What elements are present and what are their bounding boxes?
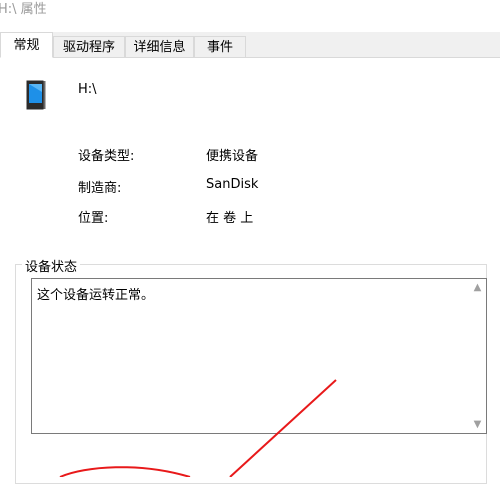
location-value: 在 卷 上 [206, 211, 254, 226]
device-type-label: 设备类型: [78, 149, 135, 164]
scroll-down-icon[interactable]: ▼ [469, 416, 486, 433]
tab-events[interactable]: 事件 [194, 36, 246, 57]
manufacturer-value: SanDisk [206, 177, 259, 192]
scroll-up-icon[interactable]: ▲ [469, 279, 486, 296]
device-status-textbox[interactable]: 这个设备运转正常。 ▲ ▼ [31, 278, 487, 434]
device-status-text: 这个设备运转正常。 [37, 288, 155, 303]
tab-driver[interactable]: 驱动程序 [53, 36, 125, 57]
tab-general[interactable]: 常规 [0, 32, 53, 58]
manufacturer-label: 制造商: [78, 181, 122, 196]
window-title: H:\ 属性 [0, 2, 47, 17]
device-status-title: 设备状态 [22, 256, 81, 275]
status-scrollbar[interactable]: ▲ ▼ [469, 279, 486, 433]
device-name: H:\ [78, 82, 97, 97]
device-type-value: 便携设备 [206, 149, 259, 164]
location-label: 位置: [78, 211, 109, 226]
tab-details[interactable]: 详细信息 [125, 36, 194, 57]
title-bar: H:\ 属性 [0, 0, 500, 26]
portable-device-icon [26, 80, 46, 110]
